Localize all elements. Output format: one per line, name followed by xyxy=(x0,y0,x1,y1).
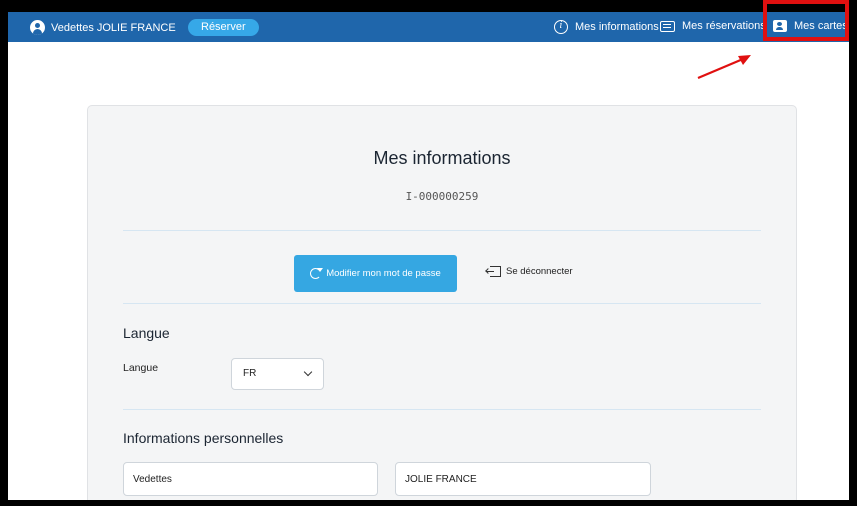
chevron-down-icon xyxy=(303,367,313,377)
nav-item-label: Mes informations xyxy=(575,21,659,33)
brand[interactable]: Vedettes JOLIE FRANCE xyxy=(30,20,176,35)
nav-item-mes-reservations[interactable]: Mes réservations xyxy=(660,20,766,32)
first-name-field[interactable] xyxy=(123,462,378,496)
list-icon xyxy=(660,20,675,32)
change-password-label: Modifier mon mot de passe xyxy=(326,268,441,279)
user-id: I-000000259 xyxy=(405,190,479,203)
top-nav-bar: Vedettes JOLIE FRANCE Réserver i Mes inf… xyxy=(8,12,849,42)
language-select[interactable]: FR xyxy=(231,358,324,390)
reserve-button[interactable]: Réserver xyxy=(188,19,259,36)
last-name-field[interactable] xyxy=(395,462,651,496)
info-icon: i xyxy=(554,20,568,34)
app-window: Vedettes JOLIE FRANCE Réserver i Mes inf… xyxy=(8,12,849,500)
brand-name: Vedettes JOLIE FRANCE xyxy=(51,21,176,34)
nav-item-label: Mes réservations xyxy=(682,20,766,32)
arrow-annotation xyxy=(697,55,751,80)
logout-label: Se déconnecter xyxy=(506,266,573,277)
language-select-value: FR xyxy=(243,368,257,379)
nav-item-mes-informations[interactable]: i Mes informations xyxy=(554,20,659,34)
refresh-icon xyxy=(310,268,324,279)
divider xyxy=(123,409,761,410)
logout-link[interactable]: Se déconnecter xyxy=(486,266,573,277)
divider xyxy=(123,303,761,304)
user-avatar-icon xyxy=(30,20,45,35)
language-field-label: Langue xyxy=(123,362,159,374)
highlight-box xyxy=(763,0,849,41)
account-card: Mes informations I-000000259 Modifier mo… xyxy=(87,105,797,500)
personal-info-section-title: Informations personnelles xyxy=(123,430,284,446)
change-password-button[interactable]: Modifier mon mot de passe xyxy=(294,255,457,292)
page-title: Mes informations xyxy=(373,148,511,168)
logout-icon xyxy=(486,266,501,277)
divider xyxy=(123,230,761,231)
language-section-title: Langue xyxy=(123,325,170,341)
